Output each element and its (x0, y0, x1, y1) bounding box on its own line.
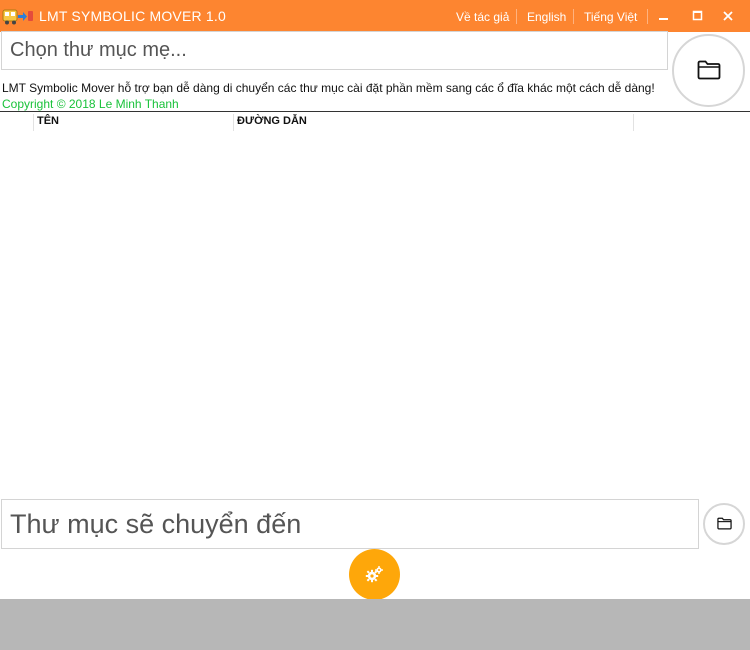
title-bar: LMT SYMBOLIC MOVER 1.0 Về tác giả Englis… (0, 0, 750, 32)
column-header-path[interactable]: ĐƯỜNG DẪN (237, 115, 307, 127)
column-divider[interactable] (33, 114, 34, 131)
menu-divider (647, 9, 648, 24)
parent-folder-placeholder: Chọn thư mục mẹ... (10, 39, 187, 61)
menu-divider (573, 9, 574, 24)
copyright-text: Copyright © 2018 Le Minh Thanh (2, 97, 179, 111)
gears-icon (365, 566, 383, 583)
close-button[interactable] (714, 0, 742, 32)
table-header: TÊN ĐƯỜNG DẪN (0, 111, 750, 131)
close-icon (723, 11, 733, 21)
folder-icon (717, 517, 732, 530)
vietnamese-language-link[interactable]: Tiếng Việt (584, 10, 637, 24)
column-divider[interactable] (633, 114, 634, 131)
column-header-name[interactable]: TÊN (37, 115, 59, 127)
footer-bar (0, 599, 750, 650)
app-title: LMT SYMBOLIC MOVER 1.0 (39, 8, 226, 24)
app-logo-icon (2, 9, 33, 25)
destination-folder-placeholder: Thư mục sẽ chuyển đến (10, 509, 302, 539)
folder-list[interactable] (0, 131, 750, 499)
destination-folder-input[interactable]: Thư mục sẽ chuyển đến (1, 499, 699, 549)
about-author-link[interactable]: Về tác giả (456, 10, 509, 24)
app-description: LMT Symbolic Mover hỗ trợ bạn dễ dàng di… (2, 81, 655, 95)
browse-parent-folder-button[interactable] (672, 34, 745, 107)
maximize-button[interactable] (684, 0, 712, 32)
minimize-icon (659, 18, 668, 20)
browse-destination-folder-button[interactable] (703, 503, 745, 545)
maximize-icon (692, 10, 703, 21)
minimize-button[interactable] (650, 0, 678, 32)
english-language-link[interactable]: English (527, 10, 566, 24)
parent-folder-input[interactable]: Chọn thư mục mẹ... (1, 31, 668, 70)
folder-icon (697, 60, 721, 80)
run-move-button[interactable] (349, 549, 400, 600)
menu-divider (516, 9, 517, 24)
column-divider[interactable] (233, 114, 234, 131)
